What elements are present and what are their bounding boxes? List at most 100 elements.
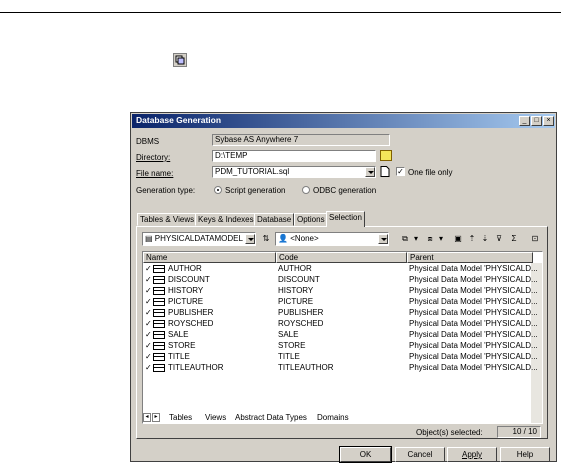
row-checkbox[interactable]: ✓ (145, 353, 153, 361)
row-checkbox[interactable]: ✓ (145, 298, 153, 306)
model-combo-arrow[interactable] (245, 234, 255, 244)
sheet-tab-bar: ◂ ▸ Tables Views Abstract Data Types Dom… (143, 413, 523, 423)
row-parent: Physical Data Model 'PHYSICALD... (409, 352, 538, 361)
ok-button[interactable]: OK (339, 446, 392, 463)
title-bar: Database Generation _ □ × (132, 114, 555, 128)
include-submodels-icon[interactable]: ⇅ (261, 234, 271, 244)
table-icon (153, 364, 165, 372)
directory-label: Directory: (136, 153, 171, 162)
browse-folder-icon[interactable] (380, 150, 392, 161)
row-name: TITLE (168, 352, 190, 361)
object-list[interactable]: Name Code Parent ✓ AUTHOR AUTHOR Physical D… (142, 251, 543, 424)
tab-database[interactable]: Database (254, 213, 295, 226)
apply-button[interactable]: Apply (447, 447, 497, 462)
directory-field[interactable]: D:\TEMP (212, 150, 376, 162)
sum-icon[interactable]: Σ (509, 234, 519, 244)
move-down-icon[interactable]: ⇣ (480, 234, 490, 244)
cancel-button[interactable]: Cancel (395, 447, 445, 462)
script-generation-radio[interactable] (214, 186, 222, 194)
row-name: HISTORY (168, 286, 204, 295)
sheet-tab-views[interactable]: Views (205, 413, 226, 423)
close-button[interactable]: × (543, 116, 554, 126)
row-parent: Physical Data Model 'PHYSICALD... (409, 275, 538, 284)
maximize-button[interactable]: □ (531, 116, 542, 126)
filename-value: PDM_TUTORIAL.sql (215, 167, 290, 176)
row-code: AUTHOR (278, 264, 312, 273)
row-code: HISTORY (278, 286, 314, 295)
row-checkbox[interactable]: ✓ (145, 320, 153, 328)
generation-type-label: Generation type: (136, 186, 196, 195)
odbc-generation-radio[interactable] (302, 186, 310, 194)
row-name: PUBLISHER (168, 308, 214, 317)
select-all-icon[interactable]: ⧉ (400, 234, 410, 244)
table-row[interactable]: ✓ SALE SALE Physical Data Model 'PHYSICALD.… (143, 330, 538, 340)
dialog-title: Database Generation (136, 115, 222, 125)
row-checkbox[interactable]: ✓ (145, 331, 153, 339)
row-checkbox[interactable]: ✓ (145, 342, 153, 350)
row-checkbox[interactable]: ✓ (145, 287, 153, 295)
table-row[interactable]: ✓ STORE STORE Physical Data Model 'PHYSICAL… (143, 341, 538, 351)
row-checkbox[interactable]: ✓ (145, 265, 153, 273)
customize-icon[interactable]: ⊡ (530, 234, 540, 244)
script-generation-label: Script generation (225, 186, 286, 195)
row-parent: Physical Data Model 'PHYSICALD... (409, 330, 538, 339)
deselect-all-dropdown-icon[interactable]: ▾ (436, 234, 446, 244)
table-row[interactable]: ✓ TITLE TITLE Physical Data Model 'PHYSICAL… (143, 352, 538, 362)
edit-file-icon[interactable] (380, 166, 390, 177)
tab-tables-views[interactable]: Tables & Views (137, 213, 198, 226)
sheet-tab-abstract-data-types[interactable]: Abstract Data Types (235, 413, 307, 423)
table-icon (153, 331, 165, 339)
sheet-tab-domains[interactable]: Domains (317, 413, 349, 423)
move-up-icon[interactable]: ⇡ (467, 234, 477, 244)
row-code: STORE (278, 341, 306, 350)
table-row[interactable]: ✓ PICTURE PICTURE Physical Data Model 'PHYS… (143, 297, 538, 307)
select-icon[interactable]: ▣ (453, 234, 463, 244)
row-name: ROYSCHED (168, 319, 214, 328)
owner-combo-arrow[interactable] (378, 234, 388, 244)
row-parent: Physical Data Model 'PHYSICALD... (409, 297, 538, 306)
table-row[interactable]: ✓ TITLEAUTHOR TITLEAUTHOR Physical Data Mod… (143, 363, 538, 373)
table-icon (153, 342, 165, 350)
generate-database-icon (173, 53, 187, 67)
table-row[interactable]: ✓ AUTHOR AUTHOR Physical Data Model 'PHYSIC… (143, 264, 538, 274)
tab-keys-indexes[interactable]: Keys & Indexes (195, 213, 257, 226)
sheet-next-icon[interactable]: ▸ (152, 413, 160, 422)
minimize-button[interactable]: _ (519, 116, 530, 126)
deselect-all-icon[interactable]: ⧈ (425, 234, 435, 244)
owner-combo[interactable]: 👤 <None> (275, 232, 389, 246)
help-button[interactable]: Help (500, 447, 550, 462)
model-combo-value: PHYSICALDATAMODEL (154, 234, 243, 243)
filename-label: File name: (136, 169, 174, 178)
table-icon (153, 276, 165, 284)
sheet-tab-tables[interactable]: Tables (169, 413, 192, 423)
filename-dropdown-arrow[interactable] (365, 167, 375, 177)
column-header-code[interactable]: Code (276, 252, 407, 263)
select-all-dropdown-icon[interactable]: ▾ (411, 234, 421, 244)
row-code: PUBLISHER (278, 308, 324, 317)
table-row[interactable]: ✓ ROYSCHED ROYSCHED Physical Data Model 'PH… (143, 319, 538, 329)
one-file-only-checkbox[interactable]: ✓ (396, 167, 405, 176)
row-name: SALE (168, 330, 189, 339)
table-row[interactable]: ✓ HISTORY HISTORY Physical Data Model 'PHYS… (143, 286, 538, 296)
table-row[interactable]: ✓ DISCOUNT DISCOUNT Physical Data Model 'PH… (143, 275, 538, 285)
tab-options[interactable]: Options (294, 213, 328, 226)
model-combo[interactable]: ▤ PHYSICALDATAMODEL (142, 232, 256, 246)
row-parent: Physical Data Model 'PHYSICALD... (409, 308, 538, 317)
row-checkbox[interactable]: ✓ (145, 276, 153, 284)
column-header-parent[interactable]: Parent (407, 252, 533, 263)
row-checkbox[interactable]: ✓ (145, 309, 153, 317)
table-row[interactable]: ✓ PUBLISHER PUBLISHER Physical Data Model '… (143, 308, 538, 318)
sheet-prev-icon[interactable]: ◂ (143, 413, 151, 422)
row-checkbox[interactable]: ✓ (145, 364, 153, 372)
objects-selected-label: Object(s) selected: (416, 428, 483, 437)
table-icon (153, 353, 165, 361)
row-parent: Physical Data Model 'PHYSICALD... (409, 319, 538, 328)
dbms-label: DBMS (136, 137, 160, 146)
filename-field[interactable]: PDM_TUTORIAL.sql (212, 166, 376, 178)
row-parent: Physical Data Model 'PHYSICALD... (409, 286, 538, 295)
filter-icon[interactable]: ⊽ (494, 234, 504, 244)
dbms-field: Sybase AS Anywhere 7 (212, 134, 390, 146)
column-header-name[interactable]: Name (143, 252, 276, 263)
tab-selection[interactable]: Selection (326, 211, 365, 227)
row-code: TITLE (278, 352, 300, 361)
